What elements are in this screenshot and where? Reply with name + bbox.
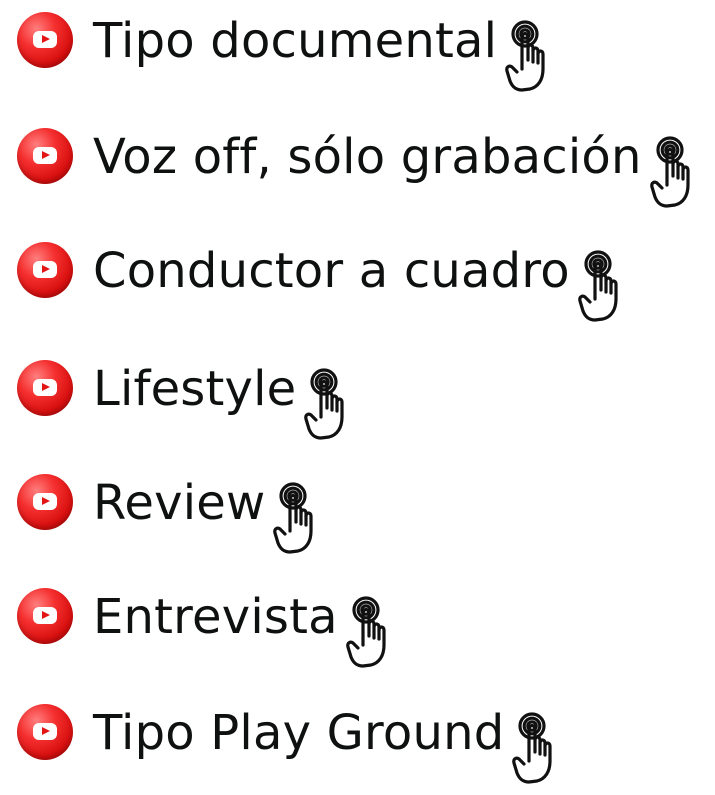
- youtube-play-icon: [17, 12, 73, 68]
- pointing-hand-click-icon: [505, 20, 567, 92]
- pointing-hand-click-icon: [273, 482, 335, 554]
- menu-item-label: Conductor a cuadro: [93, 243, 570, 299]
- pointing-hand-click-icon: [512, 712, 574, 784]
- youtube-play-icon: [17, 704, 73, 760]
- menu-item-label: Lifestyle: [93, 361, 297, 417]
- menu-item-tipo-play-ground[interactable]: Tipo Play Ground: [17, 696, 574, 768]
- pointing-hand-click-icon: [304, 368, 366, 440]
- menu-item-conductor-a-cuadro[interactable]: Conductor a cuadro: [17, 234, 640, 306]
- menu-item-lifestyle[interactable]: Lifestyle: [17, 352, 366, 424]
- menu-item-label: Tipo Play Ground: [93, 705, 505, 761]
- menu-item-label: Voz off, sólo grabación: [93, 129, 642, 185]
- menu-item-tipo-documental[interactable]: Tipo documental: [17, 4, 567, 76]
- youtube-play-icon: [17, 128, 73, 184]
- menu-item-label: Entrevista: [93, 589, 338, 645]
- menu-item-entrevista[interactable]: Entrevista: [17, 580, 408, 652]
- menu-item-label: Tipo documental: [93, 13, 498, 69]
- menu-item-label: Review: [93, 475, 266, 531]
- youtube-play-icon: [17, 242, 73, 298]
- youtube-play-icon: [17, 474, 73, 530]
- menu-item-voz-off-solo-grabacion[interactable]: Voz off, sólo grabación: [17, 120, 712, 192]
- pointing-hand-click-icon: [578, 250, 640, 322]
- pointing-hand-click-icon: [650, 136, 712, 208]
- youtube-play-icon: [17, 588, 73, 644]
- menu-item-review[interactable]: Review: [17, 466, 335, 538]
- youtube-play-icon: [17, 360, 73, 416]
- pointing-hand-click-icon: [346, 596, 408, 668]
